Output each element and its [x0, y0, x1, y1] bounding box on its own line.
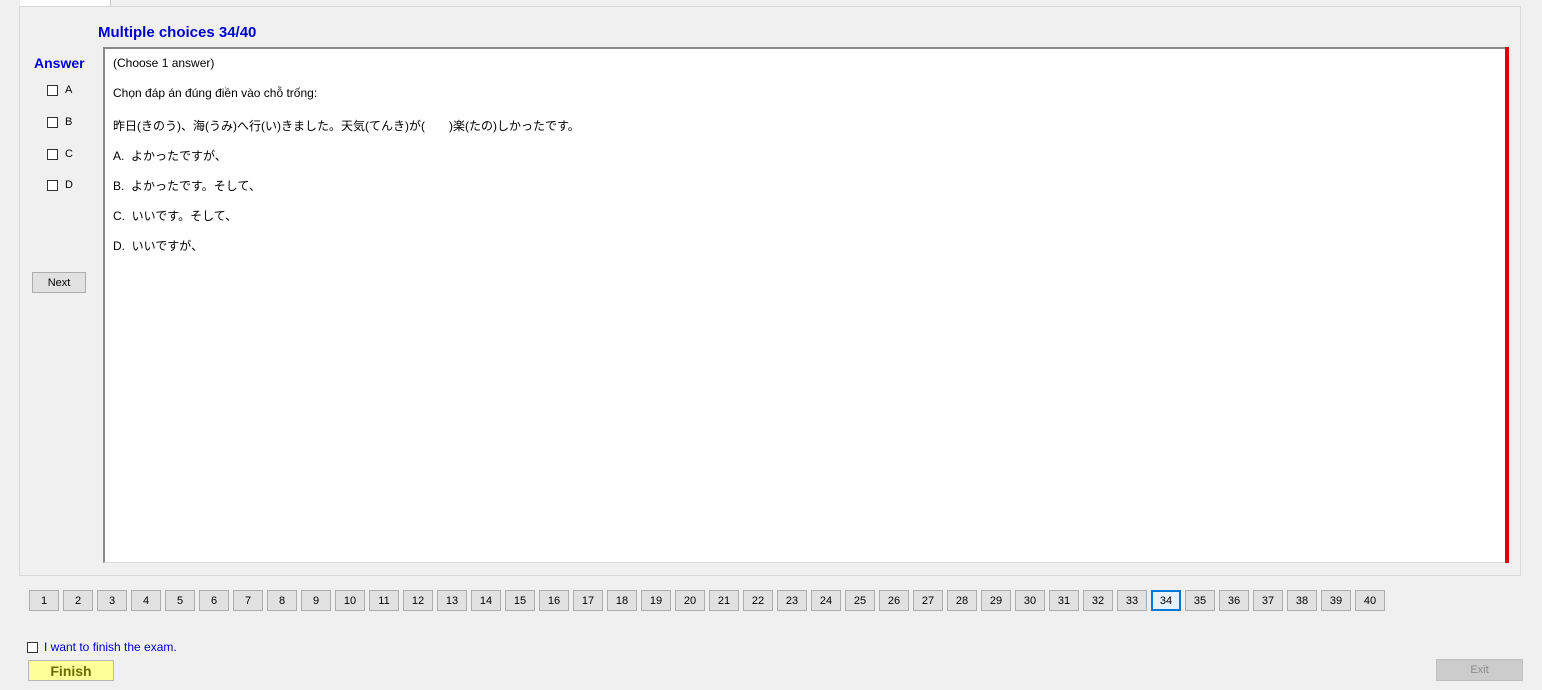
page-button-24[interactable]: 24: [811, 590, 841, 611]
page-button-19[interactable]: 19: [641, 590, 671, 611]
option-c[interactable]: C: [47, 147, 73, 161]
page-button-33[interactable]: 33: [1117, 590, 1147, 611]
page-button-4[interactable]: 4: [131, 590, 161, 611]
page-button-10[interactable]: 10: [335, 590, 365, 611]
page-button-36[interactable]: 36: [1219, 590, 1249, 611]
page-button-31[interactable]: 31: [1049, 590, 1079, 611]
option-c-label: C: [65, 148, 73, 160]
accent-bar: [1505, 47, 1509, 563]
question-line: B. よかったです。そして、: [113, 179, 261, 193]
finish-confirm-checkbox[interactable]: [27, 641, 38, 653]
page-button-40[interactable]: 40: [1355, 590, 1385, 611]
question-line: (Choose 1 answer): [113, 56, 215, 70]
page-button-32[interactable]: 32: [1083, 590, 1113, 611]
page-button-30[interactable]: 30: [1015, 590, 1045, 611]
page-button-7[interactable]: 7: [233, 590, 263, 611]
page-button-16[interactable]: 16: [539, 590, 569, 611]
page-button-9[interactable]: 9: [301, 590, 331, 611]
page-button-5[interactable]: 5: [165, 590, 195, 611]
question-line: A. よかったですが、: [113, 149, 227, 163]
finish-confirm[interactable]: I want to finish the exam.: [27, 640, 177, 654]
page-button-23[interactable]: 23: [777, 590, 807, 611]
page-button-14[interactable]: 14: [471, 590, 501, 611]
question-textbox[interactable]: (Choose 1 answer) Chọn đáp án đúng điền …: [103, 47, 1506, 563]
page-button-12[interactable]: 12: [403, 590, 433, 611]
option-b[interactable]: B: [47, 115, 72, 129]
page-button-26[interactable]: 26: [879, 590, 909, 611]
page-title: Multiple choices 34/40: [98, 24, 257, 41]
page-button-15[interactable]: 15: [505, 590, 535, 611]
option-a-checkbox[interactable]: [47, 84, 58, 96]
page-button-22[interactable]: 22: [743, 590, 773, 611]
page-button-27[interactable]: 27: [913, 590, 943, 611]
question-line: 昨日(きのう)、海(うみ)へ行(い)きました。天気(てんき)が( )楽(たの)し…: [113, 119, 580, 133]
page-button-21[interactable]: 21: [709, 590, 739, 611]
page-button-2[interactable]: 2: [63, 590, 93, 611]
page-button-38[interactable]: 38: [1287, 590, 1317, 611]
finish-button[interactable]: Finish: [28, 660, 114, 681]
page-button-37[interactable]: 37: [1253, 590, 1283, 611]
page-button-35[interactable]: 35: [1185, 590, 1215, 611]
answer-heading: Answer: [34, 55, 85, 71]
option-a[interactable]: A: [47, 83, 72, 97]
page-button-20[interactable]: 20: [675, 590, 705, 611]
page-button-13[interactable]: 13: [437, 590, 467, 611]
option-d-label: D: [65, 179, 73, 191]
question-line: D. いいですが、: [113, 239, 204, 253]
page-button-1[interactable]: 1: [29, 590, 59, 611]
page-button-3[interactable]: 3: [97, 590, 127, 611]
option-a-label: A: [65, 84, 73, 96]
exit-button[interactable]: Exit: [1436, 659, 1523, 681]
page-button-8[interactable]: 8: [267, 590, 297, 611]
page-button-28[interactable]: 28: [947, 590, 977, 611]
page-button-39[interactable]: 39: [1321, 590, 1351, 611]
next-button[interactable]: Next: [32, 272, 86, 293]
page-button-17[interactable]: 17: [573, 590, 603, 611]
question-line: Chọn đáp án đúng điền vào chỗ trống:: [113, 86, 318, 100]
finish-confirm-label: I want to finish the exam.: [44, 640, 177, 654]
option-b-label: B: [65, 116, 73, 128]
page-button-29[interactable]: 29: [981, 590, 1011, 611]
page-button-34[interactable]: 34: [1151, 590, 1181, 611]
page-button-18[interactable]: 18: [607, 590, 637, 611]
option-c-checkbox[interactable]: [47, 148, 58, 160]
option-d[interactable]: D: [47, 178, 73, 192]
option-b-checkbox[interactable]: [47, 116, 58, 128]
question-line: C. いいです。そして、: [113, 209, 238, 223]
option-d-checkbox[interactable]: [47, 179, 58, 191]
page-button-6[interactable]: 6: [199, 590, 229, 611]
page-button-25[interactable]: 25: [845, 590, 875, 611]
page-button-11[interactable]: 11: [369, 590, 399, 611]
